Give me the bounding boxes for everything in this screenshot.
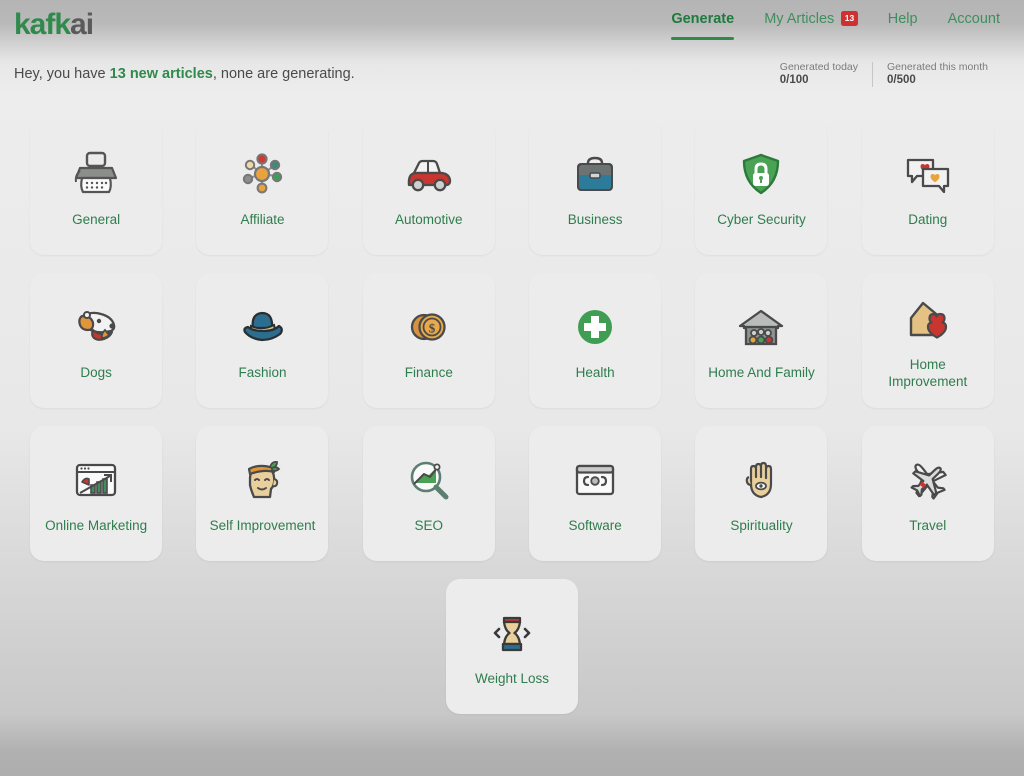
- category-card-fashion-label: Fashion: [238, 365, 287, 381]
- quota-panel: Generated today 0/100 Generated this mon…: [766, 60, 1002, 87]
- quota-generated-month-value: 0/500: [887, 74, 916, 86]
- category-grid-wrapper: General Affiliate Automotive Business Cy…: [0, 98, 1024, 714]
- nav-item-help-label: Help: [887, 10, 918, 27]
- app-header: kafkai Generate My Articles 13 Help Acco…: [0, 0, 1024, 50]
- category-card-spirituality-label: Spirituality: [730, 518, 793, 534]
- category-card-weight-loss-label: Weight Loss: [474, 671, 550, 687]
- quota-generated-month: Generated this month 0/500: [872, 60, 1002, 87]
- main-nav: Generate My Articles 13 Help Account: [671, 11, 1002, 40]
- dollar-coins-icon: $: [403, 299, 455, 355]
- category-card-seo-label: SEO: [414, 518, 444, 534]
- category-card-software-label: Software: [568, 518, 622, 534]
- category-card-home-improvement-label: Home Improvement: [888, 357, 968, 389]
- category-card-dogs[interactable]: Dogs: [30, 273, 163, 408]
- category-card-cyber-security-label: Cyber Security: [717, 212, 806, 228]
- category-card-self-improvement-label: Self Improvement: [209, 518, 316, 534]
- heart-chat-bubbles-icon: [901, 146, 955, 202]
- category-card-business[interactable]: Business: [529, 120, 662, 255]
- magnifier-chart-icon: [402, 452, 456, 508]
- category-card-travel[interactable]: Travel: [861, 426, 994, 561]
- house-family-icon: [734, 299, 788, 355]
- category-card-online-marketing[interactable]: Online Marketing: [30, 426, 163, 561]
- category-card-home-and-family[interactable]: Home And Family: [695, 273, 828, 408]
- category-card-general[interactable]: General: [30, 120, 163, 255]
- network-nodes-icon: [236, 146, 288, 202]
- typewriter-icon: [70, 146, 122, 202]
- category-card-general-label: General: [72, 212, 121, 228]
- sun-hat-icon: [235, 299, 289, 355]
- nav-item-help[interactable]: Help: [888, 11, 918, 40]
- status-bar: Hey, you have 13 new articles, none are …: [0, 50, 1024, 98]
- category-card-affiliate-label: Affiliate: [240, 212, 285, 228]
- nav-item-my-articles-label: My Articles: [764, 10, 835, 27]
- dog-head-icon: [69, 299, 123, 355]
- category-card-weight-loss[interactable]: Weight Loss: [446, 579, 578, 714]
- shield-lock-icon: [735, 146, 787, 202]
- nav-item-account[interactable]: Account: [948, 11, 1000, 40]
- category-card-spirituality[interactable]: Spirituality: [695, 426, 828, 561]
- medical-cross-icon: [569, 299, 621, 355]
- quota-generated-month-label: Generated this month: [887, 60, 988, 73]
- logo-text-dark: ai: [70, 8, 94, 41]
- nav-item-account-label: Account: [947, 10, 1000, 27]
- category-card-business-label: Business: [567, 212, 623, 228]
- head-plant-icon: [236, 452, 288, 508]
- nav-item-my-articles[interactable]: My Articles 13: [764, 11, 858, 40]
- nav-item-generate[interactable]: Generate: [671, 11, 734, 40]
- greeting-highlight[interactable]: 13 new articles: [110, 66, 213, 82]
- category-card-travel-label: Travel: [909, 518, 947, 534]
- category-card-health[interactable]: Health: [529, 273, 662, 408]
- category-card-seo[interactable]: SEO: [362, 426, 495, 561]
- category-card-home-improvement[interactable]: Home Improvement: [861, 273, 994, 408]
- category-card-health-label: Health: [575, 365, 615, 381]
- airplanes-icon: [901, 452, 955, 508]
- quota-generated-today-value: 0/100: [779, 74, 809, 86]
- category-card-finance-label: Finance: [404, 365, 453, 381]
- category-card-affiliate[interactable]: Affiliate: [196, 120, 329, 255]
- house-heart-icon: [901, 291, 955, 347]
- category-card-online-marketing-label: Online Marketing: [45, 518, 148, 534]
- category-card-dating-label: Dating: [908, 212, 948, 228]
- category-card-automotive[interactable]: Automotive: [362, 120, 495, 255]
- browser-chart-icon: [69, 452, 123, 508]
- hamsa-hand-icon: [735, 452, 787, 508]
- category-card-dating[interactable]: Dating: [861, 120, 994, 255]
- category-card-dogs-label: Dogs: [80, 365, 112, 381]
- greeting-suffix: , none are generating.: [212, 66, 355, 82]
- logo-text-green: kafk: [14, 8, 71, 41]
- category-card-software[interactable]: Software: [529, 426, 662, 561]
- category-card-self-improvement[interactable]: Self Improvement: [196, 426, 329, 561]
- briefcase-icon: [569, 146, 621, 202]
- nav-item-generate-label: Generate: [671, 10, 735, 27]
- greeting-prefix: Hey, you have: [14, 66, 110, 82]
- svg-text:$: $: [429, 321, 436, 336]
- category-card-finance[interactable]: $ Finance: [362, 273, 495, 408]
- browser-code-icon: [568, 452, 622, 508]
- category-grid: General Affiliate Automotive Business Cy…: [20, 120, 1004, 561]
- category-card-automotive-label: Automotive: [395, 212, 463, 228]
- quota-generated-today-label: Generated today: [779, 60, 859, 73]
- category-card-home-and-family-label: Home And Family: [708, 365, 815, 381]
- new-articles-badge: 13: [841, 10, 858, 27]
- category-grid-last-row: Weight Loss: [20, 579, 1004, 714]
- kafkai-logo[interactable]: kafkai: [14, 8, 94, 41]
- car-icon: [402, 146, 456, 202]
- category-card-fashion[interactable]: Fashion: [196, 273, 329, 408]
- category-card-cyber-security[interactable]: Cyber Security: [695, 120, 828, 255]
- quota-generated-today: Generated today 0/100: [766, 60, 872, 87]
- greeting-message: Hey, you have 13 new articles, none are …: [14, 66, 355, 82]
- waist-measure-icon: [485, 605, 539, 661]
